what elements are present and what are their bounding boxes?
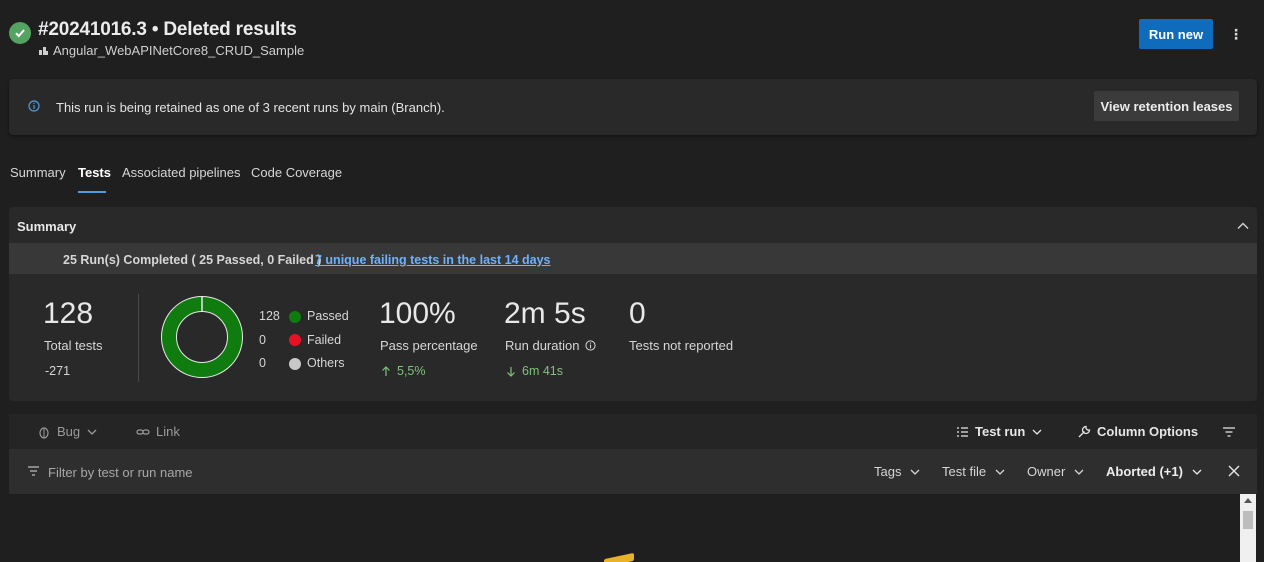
run-status-succeeded-icon bbox=[9, 22, 31, 44]
legend-passed-label: Passed bbox=[307, 309, 349, 323]
chevron-down-icon bbox=[87, 429, 97, 435]
pass-percentage-delta: 5,5% bbox=[397, 364, 426, 378]
results-content-area bbox=[9, 494, 1257, 562]
tab-tests[interactable]: Tests bbox=[78, 165, 111, 180]
test-file-filter-dropdown[interactable]: Test file bbox=[942, 464, 1006, 479]
pipeline-icon bbox=[39, 47, 48, 55]
legend-passed-count: 128 bbox=[259, 309, 280, 323]
legend-failed-count: 0 bbox=[259, 333, 266, 347]
arrow-down-icon bbox=[507, 366, 515, 377]
wrench-icon bbox=[1078, 425, 1091, 437]
active-tab-indicator bbox=[78, 191, 106, 193]
tags-filter-dropdown[interactable]: Tags bbox=[874, 464, 921, 479]
more-actions-icon[interactable]: ⋮ bbox=[1226, 24, 1246, 44]
run-duration-label: Run duration bbox=[505, 338, 580, 353]
tags-filter-label: Tags bbox=[874, 464, 902, 479]
column-options-button[interactable]: Column Options bbox=[1077, 424, 1198, 439]
results-toolbar bbox=[9, 414, 1257, 449]
outcome-donut-chart bbox=[161, 296, 243, 378]
runs-completed-text: 25 Run(s) Completed ( 25 Passed, 0 Faile… bbox=[63, 253, 322, 267]
filter-icon bbox=[28, 466, 39, 476]
chevron-down-icon bbox=[1032, 429, 1042, 435]
link-icon bbox=[136, 428, 150, 435]
donut-passed-segment bbox=[161, 296, 243, 378]
tests-not-reported-label: Tests not reported bbox=[629, 338, 734, 353]
list-icon bbox=[957, 426, 968, 437]
link-label: Link bbox=[156, 424, 180, 439]
run-duration-delta: 6m 41s bbox=[522, 364, 563, 378]
outcome-filter-dropdown[interactable]: Aborted (+1) bbox=[1106, 464, 1203, 479]
metric-divider bbox=[138, 294, 139, 382]
outcome-filter-label: Aborted (+1) bbox=[1106, 464, 1183, 479]
total-tests-label: Total tests bbox=[44, 338, 103, 353]
legend-others-dot bbox=[289, 358, 301, 370]
legend-failed-dot bbox=[289, 334, 301, 346]
legend-failed-label: Failed bbox=[307, 333, 342, 347]
collapse-chevron-up-icon[interactable] bbox=[1236, 219, 1250, 233]
pass-percentage-value: 100% bbox=[379, 297, 456, 330]
tab-associated-pipelines[interactable]: Associated pipelines bbox=[122, 165, 241, 180]
arrow-up-icon bbox=[382, 365, 390, 376]
owner-filter-dropdown[interactable]: Owner bbox=[1027, 464, 1085, 479]
owner-filter-label: Owner bbox=[1027, 464, 1066, 479]
column-options-label: Column Options bbox=[1097, 424, 1199, 439]
tab-code-coverage[interactable]: Code Coverage bbox=[251, 165, 342, 180]
scrollbar-thumb[interactable] bbox=[1243, 511, 1253, 529]
chevron-down-icon bbox=[911, 469, 920, 475]
bug-icon bbox=[39, 426, 49, 439]
total-tests-value: 128 bbox=[43, 297, 94, 330]
run-duration-label-row: Run duration bbox=[505, 338, 597, 353]
legend-others-label: Others bbox=[307, 356, 345, 370]
chevron-down-icon bbox=[1192, 469, 1202, 475]
clear-filters-close-icon[interactable] bbox=[1227, 464, 1241, 478]
info-icon[interactable] bbox=[585, 340, 597, 351]
tab-summary[interactable]: Summary bbox=[10, 165, 66, 180]
legend-passed-dot bbox=[289, 311, 301, 323]
tests-not-reported-value: 0 bbox=[629, 297, 646, 330]
test-run-label: Test run bbox=[975, 424, 1026, 439]
run-new-button[interactable]: Run new bbox=[1139, 19, 1213, 49]
total-tests-delta: -271 bbox=[45, 364, 71, 378]
pipeline-breadcrumb[interactable]: Angular_WebAPINetCore8_CRUD_Sample bbox=[38, 43, 304, 58]
pass-percentage-trend: 5,5% bbox=[381, 364, 426, 378]
run-title: #20241016.3 • Deleted results bbox=[38, 19, 297, 40]
info-icon bbox=[28, 100, 40, 112]
test-run-group-dropdown[interactable]: Test run bbox=[956, 424, 1043, 439]
view-retention-leases-button[interactable]: View retention leases bbox=[1094, 91, 1239, 121]
summary-header: Summary bbox=[17, 219, 77, 234]
filter-toggle-icon[interactable] bbox=[1222, 426, 1236, 438]
run-duration-trend: 6m 41s bbox=[506, 364, 563, 378]
chevron-down-icon bbox=[1074, 469, 1084, 475]
test-file-filter-label: Test file bbox=[942, 464, 987, 479]
link-button: Link bbox=[136, 424, 180, 439]
filter-search-input[interactable] bbox=[48, 462, 448, 482]
unique-failing-tests-link[interactable]: 7 unique failing tests in the last 14 da… bbox=[315, 253, 550, 267]
chevron-down-icon bbox=[995, 469, 1005, 475]
pass-percentage-label: Pass percentage bbox=[380, 338, 478, 353]
bug-button: Bug bbox=[37, 424, 98, 439]
scroll-up-arrow-icon[interactable] bbox=[1244, 498, 1252, 503]
pipeline-name[interactable]: Angular_WebAPINetCore8_CRUD_Sample bbox=[53, 43, 304, 58]
retention-message: This run is being retained as one of 3 r… bbox=[56, 100, 445, 115]
bug-label: Bug bbox=[57, 424, 81, 439]
run-duration-value: 2m 5s bbox=[504, 297, 586, 330]
legend-others-count: 0 bbox=[259, 356, 266, 370]
